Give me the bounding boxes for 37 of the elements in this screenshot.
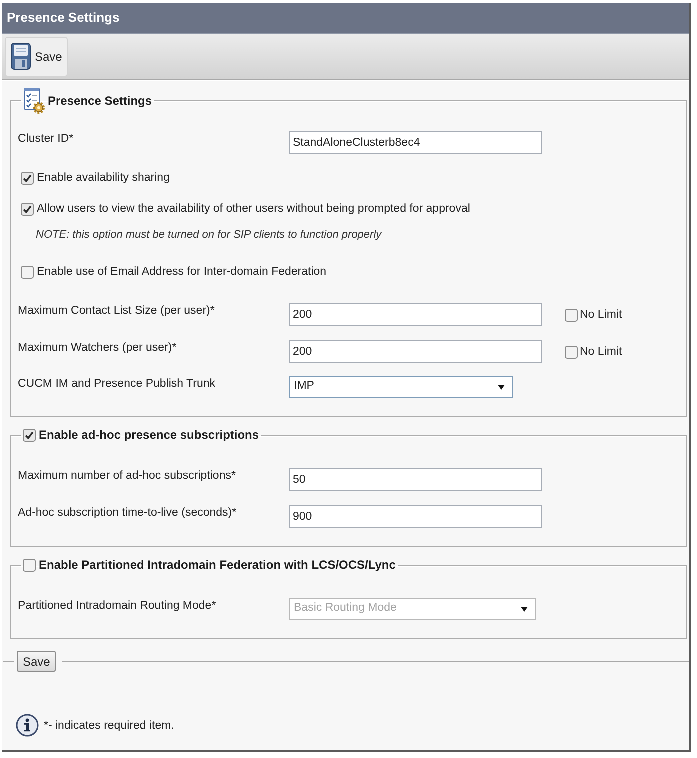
text-field[interactable]: 900 [289,505,542,528]
checklist-gear-icon [23,87,45,114]
caret-icon [521,606,528,612]
checkbox-label: Enable use of Email Address for Inter-domain Federation [37,265,327,280]
section-title: Enable ad-hoc presence subscriptions [39,427,260,443]
text-field[interactable]: StandAloneClusterb8ec4 [289,131,542,154]
required-note: *- indicates required item. [44,718,174,734]
checkbox[interactable] [565,346,578,358]
checkbox[interactable] [23,558,36,572]
checkbox[interactable] [21,172,34,184]
checkbox-label: Enable availability sharing [37,171,170,186]
checkbox-label: No Limit [580,308,622,323]
info-icon [16,714,39,737]
text-field[interactable]: 50 [289,468,542,491]
text-field[interactable]: 200 [289,303,542,326]
checkbox-label: Allow users to view the availability of other users without being prompted for approval [37,202,470,217]
dropdown[interactable]: IMP [289,376,513,398]
checkbox[interactable] [565,308,578,322]
field-label: CUCM IM and Presence Publish Trunk [18,377,216,392]
field-label: Ad-hoc subscription time-to-live (seconds)* [18,506,238,521]
save-button[interactable]: Save [17,651,56,672]
note-text: NOTE: this option must be turned on for SIP clients to function properly [36,228,382,243]
checkbox[interactable] [21,202,34,216]
field-label: Maximum Watchers (per user)* [18,341,178,356]
section-title: Enable Partitioned Intradomain Federation with LCS/OCS/Lync [39,557,396,573]
checkbox[interactable] [23,428,36,442]
checkbox[interactable] [21,266,34,278]
section-title: Presence Settings [48,92,152,108]
caret-icon [498,384,505,390]
text-field[interactable]: 200 [289,340,542,363]
save-button[interactable]: Save [5,36,68,76]
checkbox-label: No Limit [580,345,622,360]
window-title: Presence Settings [7,9,120,28]
field-label: Maximum Contact List Size (per user)* [18,304,216,319]
field-label: Cluster ID* [18,132,75,147]
field-label: Maximum number of ad-hoc subscriptions* [18,469,237,484]
field-label: Partitioned Intradomain Routing Mode* [18,599,218,614]
